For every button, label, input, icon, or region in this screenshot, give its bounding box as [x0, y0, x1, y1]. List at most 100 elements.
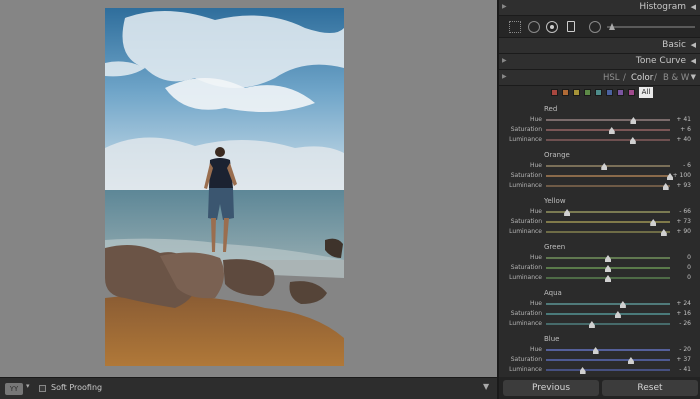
spot-removal-tool-icon[interactable]: [528, 21, 540, 33]
slider-track[interactable]: [546, 165, 670, 167]
slider-track[interactable]: [546, 129, 670, 131]
panel-edge-icon[interactable]: ▶: [502, 73, 507, 80]
slider-track[interactable]: [546, 349, 670, 351]
slider-value[interactable]: + 24: [676, 300, 691, 307]
slider-value[interactable]: - 20: [679, 346, 691, 353]
slider-label: Saturation: [510, 356, 542, 363]
slider-value[interactable]: + 100: [673, 172, 691, 179]
slider-value[interactable]: + 40: [676, 136, 691, 143]
slider-row: Luminance 0: [499, 273, 700, 283]
slider-row: Luminance + 90: [499, 227, 700, 237]
slider-value[interactable]: 0: [687, 274, 691, 281]
color-swatch-2[interactable]: [573, 89, 580, 96]
slider-value[interactable]: 0: [687, 254, 691, 261]
slider-track[interactable]: [546, 359, 670, 361]
slider-track[interactable]: [546, 323, 670, 325]
slider-label: Hue: [529, 254, 542, 261]
graduated-filter-tool-icon[interactable]: [567, 21, 575, 32]
color-swatch-6[interactable]: [617, 89, 624, 96]
panel-edge-icon[interactable]: ▶: [502, 57, 507, 64]
slider-track[interactable]: [546, 231, 670, 233]
slider-label: Saturation: [510, 218, 542, 225]
slider-track[interactable]: [546, 119, 670, 121]
slider-label: Saturation: [510, 172, 542, 179]
basic-header[interactable]: Basic ◀: [499, 38, 700, 54]
slider-value[interactable]: + 37: [676, 356, 691, 363]
slider-row: Hue - 20: [499, 345, 700, 355]
all-colors-button[interactable]: All: [639, 87, 653, 98]
slider-value[interactable]: - 66: [679, 208, 691, 215]
group-title-yellow: Yellow: [544, 197, 566, 205]
slider-value[interactable]: + 6: [680, 126, 691, 133]
tool-strip: [499, 16, 700, 38]
slider-value[interactable]: + 41: [676, 116, 691, 123]
color-swatch-7[interactable]: [628, 89, 635, 96]
slider-track[interactable]: [546, 303, 670, 305]
red-eye-tool-icon[interactable]: [546, 21, 558, 33]
tone-curve-header[interactable]: ▶ Tone Curve ◀: [499, 54, 700, 70]
color-swatch-5[interactable]: [606, 89, 613, 96]
group-title-orange: Orange: [544, 151, 570, 159]
photo-preview[interactable]: [105, 8, 344, 366]
slider-value[interactable]: - 6: [683, 162, 691, 169]
view-mode-button[interactable]: YY: [5, 383, 23, 395]
tab-separator: /: [623, 73, 626, 83]
slider-track[interactable]: [546, 369, 670, 371]
collapse-left-icon[interactable]: ◀: [691, 3, 696, 11]
develop-right-panel: ▶ Histogram ◀ Basic ◀ ▶ Tone Curve ◀ ▶ H…: [497, 0, 700, 399]
soft-proofing-label: Soft Proofing: [51, 383, 103, 392]
histogram-header[interactable]: ▶ Histogram ◀: [499, 0, 700, 16]
slider-value[interactable]: 0: [687, 264, 691, 271]
color-swatch-1[interactable]: [562, 89, 569, 96]
slider-row: Luminance - 26: [499, 319, 700, 329]
slider-label: Saturation: [510, 264, 542, 271]
group-title-blue: Blue: [544, 335, 560, 343]
collapse-left-icon[interactable]: ◀: [691, 41, 696, 49]
slider-track[interactable]: [546, 139, 670, 141]
slider-label: Hue: [529, 300, 542, 307]
slider-label: Hue: [529, 116, 542, 123]
slider-track[interactable]: [546, 175, 670, 177]
slider-track[interactable]: [546, 313, 670, 315]
previous-button[interactable]: Previous: [503, 380, 599, 396]
group-title-red: Red: [544, 105, 558, 113]
slider-value[interactable]: + 16: [676, 310, 691, 317]
panel-edge-icon[interactable]: ▶: [502, 3, 507, 10]
tone-curve-title: Tone Curve: [635, 56, 686, 66]
tab-color[interactable]: Color: [631, 73, 653, 83]
hsl-color-bw-header: ▶ HSL / Color / B & W ▼: [499, 70, 700, 86]
tab-bw[interactable]: B & W: [663, 73, 689, 83]
tab-hsl[interactable]: HSL: [603, 73, 620, 83]
slider-value[interactable]: + 93: [676, 182, 691, 189]
crop-tool-icon[interactable]: [509, 21, 521, 33]
slider-value[interactable]: - 26: [679, 320, 691, 327]
slider-row: Luminance + 40: [499, 135, 700, 145]
slider-track[interactable]: [546, 185, 670, 187]
color-swatch-row: All: [499, 86, 700, 100]
slider-value[interactable]: + 90: [676, 228, 691, 235]
slider-value[interactable]: + 73: [676, 218, 691, 225]
panel-bottom-buttons: Previous Reset: [499, 377, 700, 399]
radial-filter-tool-icon[interactable]: [589, 21, 601, 33]
basic-title: Basic: [662, 40, 686, 50]
toolbar-menu-icon[interactable]: ▼: [483, 382, 489, 391]
slider-row: Saturation 0: [499, 263, 700, 273]
slider-row: Hue - 66: [499, 207, 700, 217]
color-swatch-3[interactable]: [584, 89, 591, 96]
soft-proofing-checkbox[interactable]: [39, 385, 46, 392]
reset-button[interactable]: Reset: [602, 380, 698, 396]
collapse-down-icon[interactable]: ▼: [691, 73, 696, 81]
tab-separator: /: [654, 73, 657, 83]
slider-row: Luminance + 93: [499, 181, 700, 191]
slider-row: Saturation + 100: [499, 171, 700, 181]
lightroom-develop-window: YY ▾ Soft Proofing ▼ ▶ Histogram ◀ Basic…: [0, 0, 700, 399]
slider-row: Saturation + 16: [499, 309, 700, 319]
collapse-left-icon[interactable]: ◀: [691, 57, 696, 65]
group-title-aqua: Aqua: [544, 289, 562, 297]
color-swatch-0[interactable]: [551, 89, 558, 96]
slider-value[interactable]: - 41: [679, 366, 691, 373]
chevron-down-icon[interactable]: ▾: [26, 382, 30, 390]
brush-slider-track[interactable]: [607, 26, 695, 28]
slider-row: Hue - 6: [499, 161, 700, 171]
color-swatch-4[interactable]: [595, 89, 602, 96]
